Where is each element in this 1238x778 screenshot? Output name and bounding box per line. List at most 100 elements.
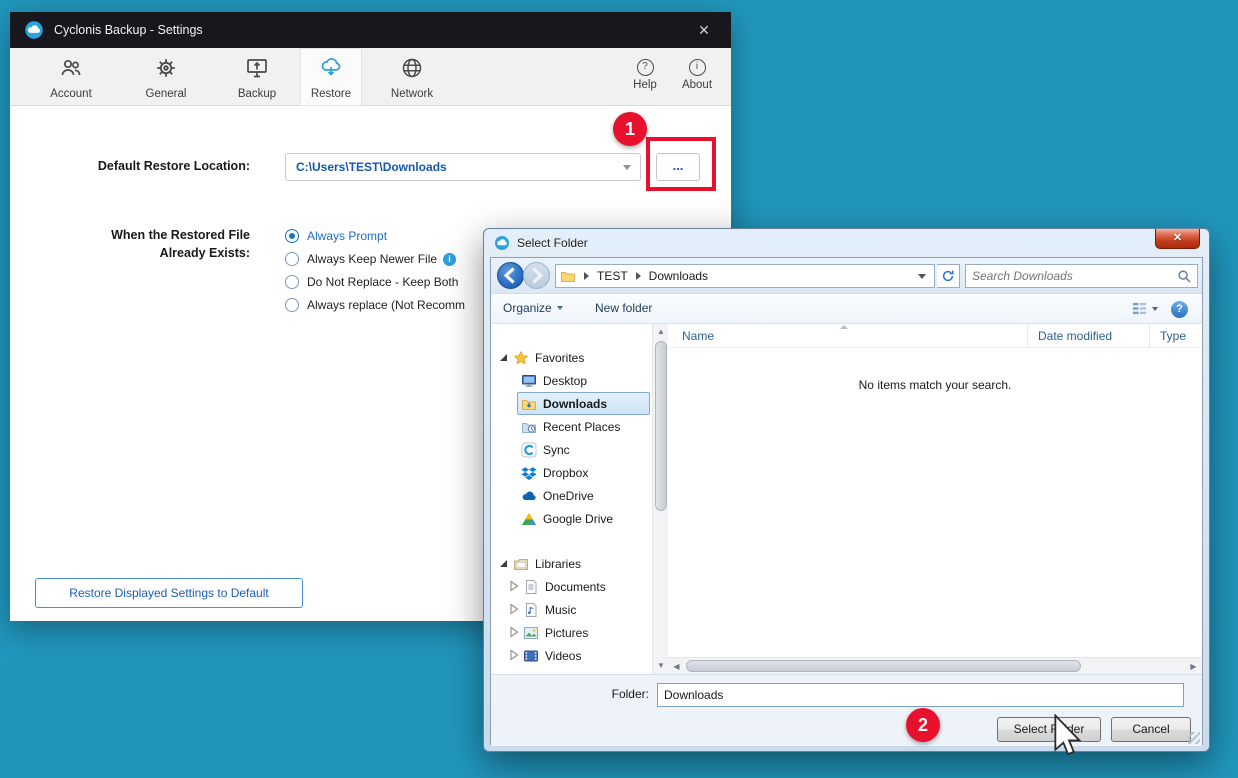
tree-libraries-label: Libraries: [535, 557, 581, 571]
tab-general[interactable]: General: [118, 48, 214, 106]
tree-item-google-drive[interactable]: Google Drive: [491, 507, 652, 530]
breadcrumb-separator-icon: [584, 272, 589, 280]
tree-item-music[interactable]: Music: [491, 598, 652, 621]
tree-collapsed-icon[interactable]: [507, 579, 523, 595]
tab-account-label: Account: [24, 88, 118, 100]
tab-restore-label: Restore: [300, 88, 362, 100]
search-icon[interactable]: [1177, 269, 1197, 284]
dialog-close-button[interactable]: ✕: [1155, 229, 1200, 249]
radio-keep-both[interactable]: Do Not Replace - Keep Both: [285, 272, 458, 292]
breadcrumb-separator-icon: [636, 272, 641, 280]
dialog-main-area: Favorites Desktop Downloads: [491, 324, 1202, 674]
cyclonis-logo-icon: [24, 20, 44, 40]
column-header-type[interactable]: Type: [1150, 324, 1230, 348]
tree-item-onedrive[interactable]: OneDrive: [491, 484, 652, 507]
tab-general-label: General: [118, 88, 214, 100]
scroll-down-icon[interactable]: ▼: [653, 658, 669, 674]
mouse-cursor-icon: [1052, 714, 1082, 758]
music-icon: [523, 602, 541, 618]
scroll-left-icon[interactable]: ◀: [668, 658, 685, 675]
views-button[interactable]: [1132, 301, 1158, 316]
organize-menu[interactable]: Organize: [503, 301, 563, 315]
exists-label-line1: When the Restored File: [50, 228, 250, 242]
radio-icon: [285, 298, 299, 312]
tab-about-label: About: [671, 79, 723, 91]
tree-item-dropbox[interactable]: Dropbox: [491, 461, 652, 484]
tree-expanded-icon[interactable]: [497, 556, 513, 572]
scroll-up-icon[interactable]: ▲: [653, 324, 669, 340]
search-box[interactable]: [965, 264, 1198, 288]
dialog-titlebar[interactable]: Select Folder: [484, 229, 1209, 257]
tab-account[interactable]: Account: [24, 48, 118, 106]
tree-item-pictures[interactable]: Pictures: [491, 621, 652, 644]
tab-network[interactable]: Network: [362, 48, 462, 106]
tree-downloads-label: Downloads: [543, 397, 607, 411]
forward-button[interactable]: [523, 262, 550, 289]
restore-defaults-button[interactable]: Restore Displayed Settings to Default: [35, 578, 303, 608]
back-button[interactable]: [497, 262, 524, 289]
breadcrumb-segment-downloads[interactable]: Downloads: [643, 269, 714, 283]
gear-icon: [154, 56, 178, 80]
folder-name-input[interactable]: [657, 683, 1184, 707]
tab-help[interactable]: ? Help: [621, 48, 669, 106]
tab-backup[interactable]: Backup: [214, 48, 300, 106]
restore-cloud-icon: [319, 56, 343, 80]
radio-always-prompt[interactable]: Always Prompt: [285, 226, 387, 246]
tree-item-documents[interactable]: Documents: [491, 575, 652, 598]
refresh-button[interactable]: [937, 264, 960, 288]
select-folder-button[interactable]: Select Folder: [997, 717, 1101, 742]
restore-location-combobox[interactable]: C:\Users\TEST\Downloads: [285, 153, 641, 181]
favorites-star-icon: [513, 350, 531, 366]
tree-recent-places-label: Recent Places: [543, 420, 620, 434]
scrollbar-thumb[interactable]: [686, 660, 1081, 672]
horizontal-scrollbar[interactable]: ◀ ▶: [668, 657, 1202, 674]
breadcrumb-dropdown-icon[interactable]: [918, 274, 926, 279]
column-header-date-modified[interactable]: Date modified: [1028, 324, 1150, 348]
tree-group-favorites[interactable]: Favorites: [491, 346, 652, 369]
sync-icon: [521, 442, 539, 458]
radio-always-replace[interactable]: Always replace (Not Recomm: [285, 295, 465, 315]
tree-collapsed-icon[interactable]: [507, 602, 523, 618]
tree-vertical-scrollbar[interactable]: ▲ ▼: [652, 324, 668, 674]
file-list-pane: Name Date modified Type No items match y…: [668, 324, 1202, 674]
search-input[interactable]: [966, 269, 1177, 283]
tab-help-label: Help: [621, 79, 669, 91]
tab-about[interactable]: i About: [671, 48, 723, 106]
tab-restore[interactable]: Restore: [300, 48, 362, 106]
tree-expanded-icon[interactable]: [497, 350, 513, 366]
resize-grip[interactable]: [1188, 732, 1200, 744]
tree-desktop-label: Desktop: [543, 374, 587, 388]
scrollbar-thumb[interactable]: [655, 341, 667, 511]
tree-item-desktop[interactable]: Desktop: [491, 369, 652, 392]
chevron-down-icon: [623, 165, 631, 170]
tree-dropbox-label: Dropbox: [543, 466, 588, 480]
info-icon[interactable]: i: [443, 253, 456, 266]
step1-highlight-rectangle: [646, 137, 716, 191]
tree-collapsed-icon[interactable]: [507, 625, 523, 641]
radio-keep-newer[interactable]: Always Keep Newer File i: [285, 249, 456, 269]
help-button[interactable]: ?: [1171, 301, 1188, 318]
tree-collapsed-icon[interactable]: [507, 648, 523, 664]
tree-item-videos[interactable]: Videos: [491, 644, 652, 667]
column-name-label: Name: [682, 329, 714, 343]
radio-always-prompt-label: Always Prompt: [307, 229, 387, 243]
tree-item-recent-places[interactable]: Recent Places: [491, 415, 652, 438]
dialog-toolbar: Organize New folder ?: [491, 294, 1202, 324]
breadcrumb-segment-test[interactable]: TEST: [591, 269, 634, 283]
empty-results-message: No items match your search.: [668, 378, 1202, 392]
settings-window-title: Cyclonis Backup - Settings: [54, 23, 203, 37]
tree-item-downloads[interactable]: Downloads: [491, 392, 652, 415]
list-header: Name Date modified Type: [668, 324, 1202, 348]
breadcrumb[interactable]: TEST Downloads: [555, 264, 935, 288]
cancel-button[interactable]: Cancel: [1111, 717, 1191, 742]
radio-always-replace-label: Always replace (Not Recomm: [307, 298, 465, 312]
settings-close-button[interactable]: ✕: [691, 22, 717, 39]
tree-group-libraries[interactable]: Libraries: [491, 552, 652, 575]
sort-ascending-icon: [840, 325, 848, 329]
settings-titlebar[interactable]: Cyclonis Backup - Settings ✕: [10, 12, 731, 48]
column-header-name[interactable]: Name: [668, 324, 1028, 348]
tree-item-sync[interactable]: Sync: [491, 438, 652, 461]
globe-icon: [400, 56, 424, 80]
scroll-right-icon[interactable]: ▶: [1185, 658, 1202, 675]
new-folder-button[interactable]: New folder: [595, 301, 652, 315]
